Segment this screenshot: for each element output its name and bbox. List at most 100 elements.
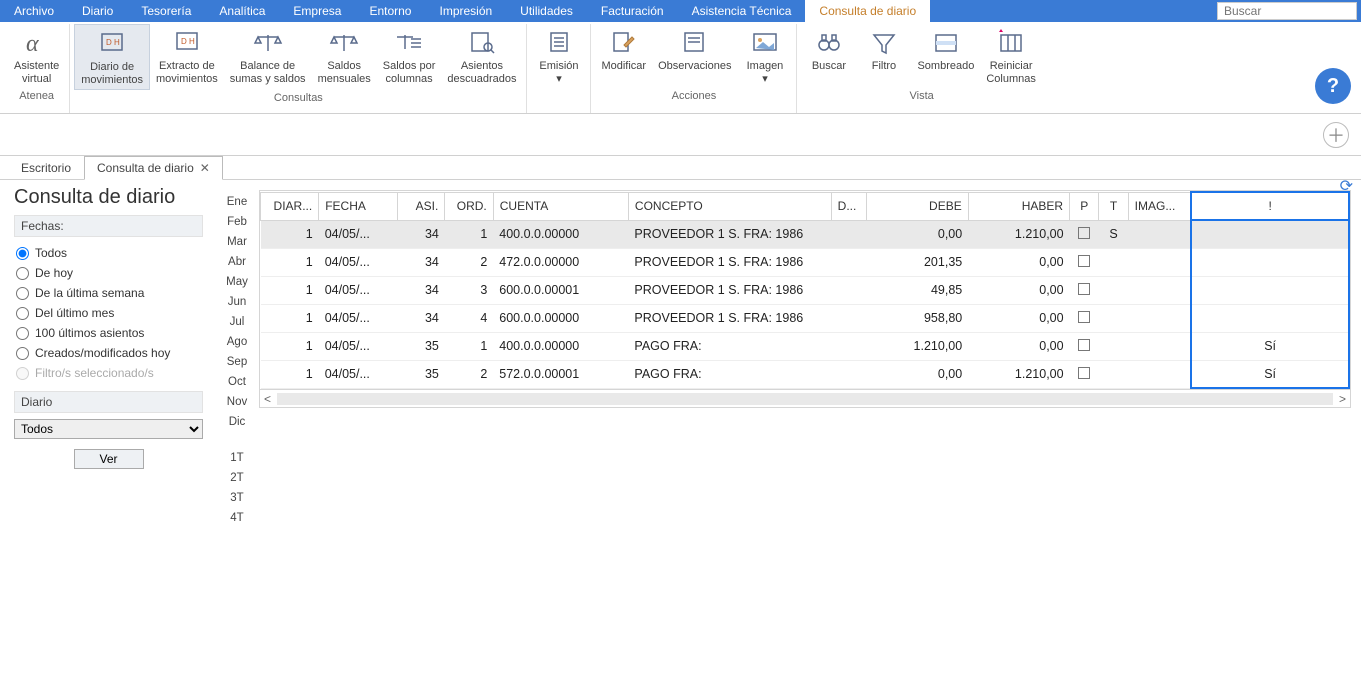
asientos-descuadrados-button[interactable]: Asientos descuadrados	[441, 24, 522, 90]
menu-facturaci-n[interactable]: Facturación	[587, 0, 678, 22]
cell-t	[1099, 248, 1128, 276]
radio-input-4[interactable]	[16, 327, 29, 340]
scroll-right-icon[interactable]: >	[1339, 392, 1346, 406]
close-icon[interactable]: ✕	[200, 161, 210, 175]
month-oct[interactable]: Oct	[228, 376, 246, 388]
radio-1[interactable]: De hoy	[14, 263, 203, 283]
data-grid[interactable]: DIAR...FECHAASI.ORD.CUENTACONCEPTOD...DE…	[259, 190, 1351, 390]
radio-2[interactable]: De la última semana	[14, 283, 203, 303]
menu-impresi-n[interactable]: Impresión	[425, 0, 506, 22]
checkbox-icon[interactable]	[1078, 227, 1090, 239]
table-row[interactable]: 104/05/...352572.0.0.00001PAGO FRA:0,001…	[261, 360, 1350, 388]
modificar-button[interactable]: Modificar	[595, 24, 652, 88]
extracto-movimientos-button[interactable]: D HExtracto de movimientos	[150, 24, 224, 90]
col-header-4[interactable]: CUENTA	[493, 192, 628, 220]
buscar-button[interactable]: Buscar	[801, 24, 856, 88]
col-header-0[interactable]: DIAR...	[261, 192, 319, 220]
menu-entorno[interactable]: Entorno	[355, 0, 425, 22]
saldos-columnas-button[interactable]: Saldos por columnas	[377, 24, 442, 90]
table-row[interactable]: 104/05/...344600.0.0.00000PROVEEDOR 1 S.…	[261, 304, 1350, 332]
col-header-1[interactable]: FECHA	[319, 192, 398, 220]
menu-empresa[interactable]: Empresa	[279, 0, 355, 22]
month-3t[interactable]: 3T	[230, 492, 243, 504]
diario-select[interactable]: Todos	[14, 419, 203, 439]
cell-concepto: PAGO FRA:	[628, 332, 831, 360]
radio-5[interactable]: Creados/modificados hoy	[14, 343, 203, 363]
menu-consulta-de-diario[interactable]: Consulta de diario	[805, 0, 930, 22]
saldos-mensuales-button[interactable]: Saldos mensuales	[312, 24, 377, 90]
radio-4[interactable]: 100 últimos asientos	[14, 323, 203, 343]
search-input[interactable]	[1217, 2, 1357, 20]
sombreado-button[interactable]: Sombreado	[911, 24, 980, 88]
horizontal-scrollbar[interactable]: < >	[259, 390, 1351, 408]
menu-archivo[interactable]: Archivo	[0, 0, 68, 22]
tab-consulta-de-diario[interactable]: Consulta de diario✕	[84, 156, 223, 180]
col-header-10[interactable]: T	[1099, 192, 1128, 220]
observaciones-button[interactable]: Observaciones	[652, 24, 737, 88]
balance-sumas-saldos-button[interactable]: Balance de sumas y saldos	[224, 24, 312, 90]
imagen-button[interactable]: Imagen ▾	[737, 24, 792, 88]
reiniciar-columnas-button[interactable]: Reiniciar Columnas	[980, 24, 1042, 88]
radio-input-1[interactable]	[16, 267, 29, 280]
month-sep[interactable]: Sep	[227, 356, 247, 368]
add-button[interactable]: ＋	[1323, 122, 1349, 148]
col-header-11[interactable]: IMAG...	[1128, 192, 1191, 220]
emision-button[interactable]: Emisión ▾	[531, 24, 586, 88]
month-2t[interactable]: 2T	[230, 472, 243, 484]
month-nov[interactable]: Nov	[227, 396, 247, 408]
menu-utilidades[interactable]: Utilidades	[506, 0, 587, 22]
diario-movimientos-button[interactable]: D HDiario de movimientos	[74, 24, 150, 90]
radio-3[interactable]: Del último mes	[14, 303, 203, 323]
table-row[interactable]: 104/05/...341400.0.0.00000PROVEEDOR 1 S.…	[261, 220, 1350, 248]
sombreado-label: Sombreado	[917, 60, 974, 73]
radio-input-5[interactable]	[16, 347, 29, 360]
cell-concepto: PROVEEDOR 1 S. FRA: 1986	[628, 220, 831, 248]
month-feb[interactable]: Feb	[227, 216, 247, 228]
col-header-9[interactable]: P	[1070, 192, 1099, 220]
col-header-12[interactable]: !	[1191, 192, 1349, 220]
menu-anal-tica[interactable]: Analítica	[205, 0, 279, 22]
month-jul[interactable]: Jul	[230, 316, 245, 328]
funnel-icon	[867, 28, 901, 58]
month-1t[interactable]: 1T	[230, 452, 243, 464]
checkbox-icon[interactable]	[1078, 255, 1090, 267]
col-header-5[interactable]: CONCEPTO	[628, 192, 831, 220]
table-row[interactable]: 104/05/...342472.0.0.00000PROVEEDOR 1 S.…	[261, 248, 1350, 276]
checkbox-icon[interactable]	[1078, 367, 1090, 379]
col-header-6[interactable]: D...	[831, 192, 867, 220]
col-header-3[interactable]: ORD.	[445, 192, 493, 220]
scroll-left-icon[interactable]: <	[264, 392, 271, 406]
checkbox-icon[interactable]	[1078, 283, 1090, 295]
table-row[interactable]: 104/05/...343600.0.0.00001PROVEEDOR 1 S.…	[261, 276, 1350, 304]
cell-p	[1070, 304, 1099, 332]
month-abr[interactable]: Abr	[228, 256, 246, 268]
radio-input-0[interactable]	[16, 247, 29, 260]
asistente-virtual-button[interactable]: αAsistente virtual	[8, 24, 65, 88]
cell-bang	[1191, 220, 1349, 248]
month-may[interactable]: May	[226, 276, 248, 288]
tab-escritorio[interactable]: Escritorio	[8, 156, 84, 179]
checkbox-icon[interactable]	[1078, 311, 1090, 323]
help-icon[interactable]: ?	[1315, 68, 1351, 104]
month-jun[interactable]: Jun	[228, 296, 247, 308]
radio-input-2[interactable]	[16, 287, 29, 300]
month-mar[interactable]: Mar	[227, 236, 247, 248]
menu-diario[interactable]: Diario	[68, 0, 127, 22]
checkbox-icon[interactable]	[1078, 339, 1090, 351]
menu-tesorer-a[interactable]: Tesorería	[127, 0, 205, 22]
ver-button[interactable]: Ver	[74, 449, 144, 469]
table-row[interactable]: 104/05/...351400.0.0.00000PAGO FRA:1.210…	[261, 332, 1350, 360]
col-header-2[interactable]: ASI.	[398, 192, 445, 220]
filtro-button[interactable]: Filtro	[856, 24, 911, 88]
scroll-track[interactable]	[277, 393, 1333, 405]
radio-0[interactable]: Todos	[14, 243, 203, 263]
month-ene[interactable]: Ene	[227, 196, 247, 208]
radio-input-3[interactable]	[16, 307, 29, 320]
month-dic[interactable]: Dic	[229, 416, 246, 428]
menu-asistencia-t-cnica[interactable]: Asistencia Técnica	[678, 0, 806, 22]
col-header-7[interactable]: DEBE	[867, 192, 968, 220]
month-4t[interactable]: 4T	[230, 512, 243, 524]
month-ago[interactable]: Ago	[227, 336, 247, 348]
scales-lines-icon	[392, 28, 426, 58]
col-header-8[interactable]: HABER	[968, 192, 1069, 220]
